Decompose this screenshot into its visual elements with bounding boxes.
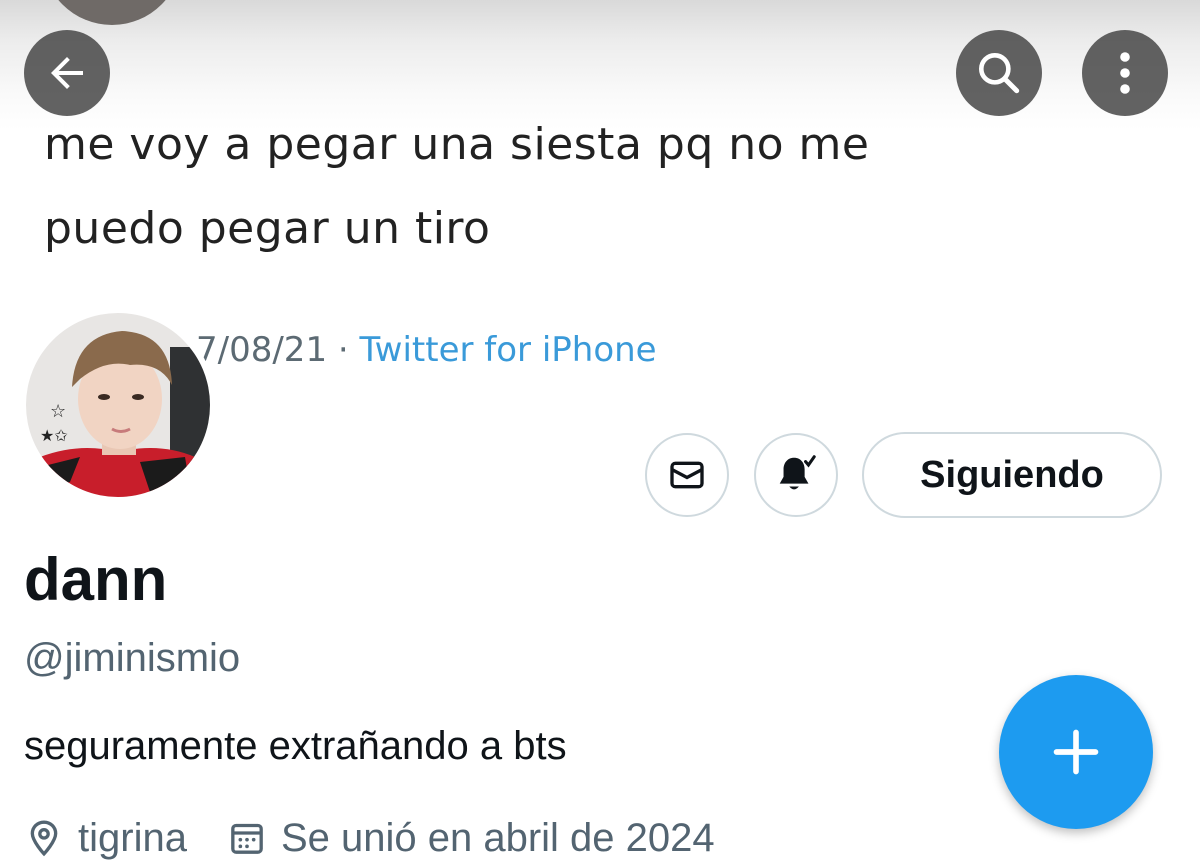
banner-tweet-line: puedo pegar un tiro [44, 203, 491, 254]
banner-tweet-line: me voy a pegar una siesta pq no me [44, 119, 870, 170]
location-item: tigrina [24, 816, 187, 861]
banner-tweet-meta: 7/08/21 · Twitter for iPhone [196, 330, 657, 370]
following-button[interactable]: Siguiendo [862, 432, 1162, 518]
display-name: dann [24, 546, 168, 613]
avatar-photo: ☆ ★✩ [22, 309, 214, 501]
message-button[interactable] [645, 433, 729, 517]
notifications-button[interactable] [754, 433, 838, 517]
profile-meta: tigrina Se unió en abril de 2024 [24, 810, 715, 866]
compose-fab-button[interactable] [999, 675, 1153, 829]
joined-text: Se unió en abril de 2024 [280, 815, 715, 860]
banner-tweet-text: me voy a pegar una siesta pq no me puedo… [44, 103, 1044, 271]
location-text: tigrina [78, 815, 187, 860]
arrow-left-icon [51, 57, 83, 89]
banner-image-fragment [42, 0, 182, 25]
search-button[interactable] [956, 30, 1042, 116]
more-vertical-icon [1120, 52, 1130, 94]
user-handle: @jiminismio [24, 636, 241, 680]
more-options-button[interactable] [1082, 30, 1168, 116]
profile-avatar[interactable]: ☆ ★✩ [20, 307, 216, 503]
svg-text:☆: ☆ [50, 401, 66, 422]
joined-item: Se unió en abril de 2024 [227, 816, 715, 861]
back-button[interactable] [24, 30, 110, 116]
profile-bio: seguramente extrañando a bts [24, 724, 567, 768]
mail-icon [670, 461, 704, 489]
svg-text:★✩: ★✩ [40, 426, 68, 445]
location-pin-icon [30, 820, 58, 857]
search-icon [979, 53, 1020, 94]
banner-separator: · [337, 330, 349, 370]
calendar-icon [231, 823, 263, 854]
plus-icon [1053, 729, 1099, 775]
banner-tweet-date: 7/08/21 [196, 330, 328, 370]
bell-check-icon [779, 455, 816, 490]
banner-tweet-source: Twitter for iPhone [359, 330, 657, 370]
